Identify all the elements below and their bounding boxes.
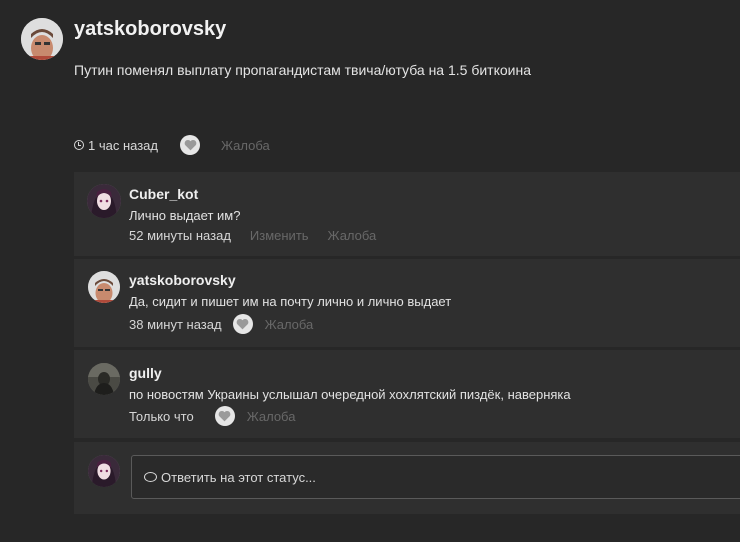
comment-text: по новостям Украины услышал очередной хо…: [129, 387, 571, 402]
comment-bubble-icon: [144, 472, 157, 482]
post-like-button[interactable]: [180, 135, 200, 155]
heart-icon: [218, 410, 231, 422]
comment-meta: 38 минут назад Жалоба: [129, 314, 313, 334]
post-text: Путин поменял выплату пропагандистам тви…: [74, 62, 531, 78]
comment-report-link[interactable]: Жалоба: [247, 409, 296, 424]
reply-placeholder: Ответить на этот статус...: [161, 469, 316, 485]
comment-meta: 52 минуты назад Изменить Жалоба: [129, 228, 376, 243]
comment-item: gully по новостям Украины услышал очеред…: [74, 350, 740, 438]
heart-icon: [184, 139, 196, 151]
comment-item: Cuber_kot Лично выдает им? 52 минуты наз…: [74, 172, 740, 256]
post-author-name[interactable]: yatskoborovsky: [74, 18, 226, 41]
comment-report-link[interactable]: Жалоба: [328, 228, 377, 243]
post-meta: 1 час назад Жалоба: [74, 135, 270, 155]
post-report-link[interactable]: Жалоба: [221, 138, 270, 153]
comment-author-avatar[interactable]: [88, 271, 120, 303]
reply-input[interactable]: Ответить на этот статус...: [131, 455, 740, 499]
post-author-avatar[interactable]: [21, 18, 63, 60]
comment-time[interactable]: Только что: [129, 409, 194, 424]
comment-report-link[interactable]: Жалоба: [265, 317, 314, 332]
comment-time[interactable]: 52 минуты назад: [129, 228, 231, 243]
comment-edit-link[interactable]: Изменить: [250, 228, 309, 243]
comment-text: Лично выдает им?: [129, 208, 241, 223]
comment-text: Да, сидит и пишет им на почту лично и ли…: [129, 294, 452, 309]
comment-time[interactable]: 38 минут назад: [129, 317, 222, 332]
comment-like-button[interactable]: [214, 406, 235, 426]
post-time-label: 1 час назад: [88, 137, 158, 153]
heart-icon: [236, 318, 249, 330]
comment-like-button[interactable]: [232, 314, 253, 334]
post-time[interactable]: 1 час назад: [74, 138, 158, 153]
comment-meta: Только что Жалоба: [129, 406, 295, 426]
comment-author-name[interactable]: yatskoborovsky: [129, 272, 236, 288]
comment-item: yatskoborovsky Да, сидит и пишет им на п…: [74, 259, 740, 347]
comment-author-avatar[interactable]: [87, 184, 121, 218]
current-user-avatar[interactable]: [88, 455, 120, 487]
comment-author-name[interactable]: gully: [129, 365, 162, 381]
comment-author-name[interactable]: Cuber_kot: [129, 186, 198, 202]
clock-icon: [74, 140, 84, 150]
comment-author-avatar[interactable]: [88, 363, 120, 395]
